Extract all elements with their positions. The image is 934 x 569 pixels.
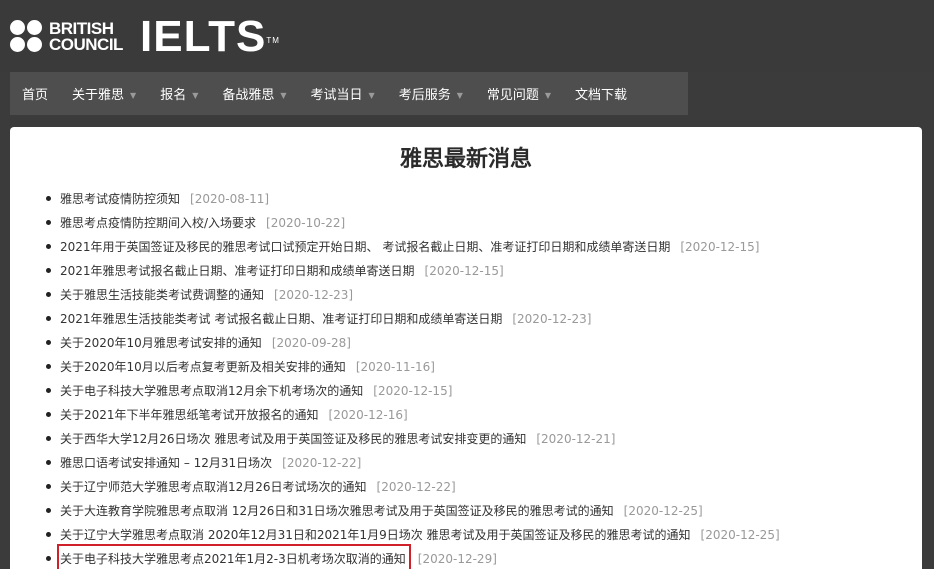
news-link[interactable]: 关于辽宁师范大学雅思考点取消12月26日考试场次的通知 <box>60 480 367 494</box>
news-date: [2020-12-25] <box>623 504 703 518</box>
bullet-icon <box>46 556 51 561</box>
news-link[interactable]: 2021年用于英国签证及移民的雅思考试口试预定开始日期、 考试报名截止日期、准考… <box>60 240 670 254</box>
nav-label: 考试当日 <box>310 88 363 103</box>
main-nav: 首页 关于雅思 ▼ 报名 ▼ 备战雅思 ▼ 考试当日 ▼ 考后服务 ▼ 常见问题 ▼ 文档下… <box>10 72 688 115</box>
news-link[interactable]: 2021年雅思生活技能类考试 考试报名截止日期、准考证打印日期和成绩单寄送日期 <box>60 312 502 326</box>
nav-label: 常见问题 <box>486 88 539 103</box>
bc-line-2: COUNCIL <box>49 35 123 54</box>
chevron-down-icon: ▼ <box>192 90 199 100</box>
nav-item-register[interactable]: 报名 ▼ <box>148 72 210 115</box>
news-date: [2020-08-11] <box>190 192 270 206</box>
news-item: 2021年用于英国签证及移民的雅思考试口试预定开始日期、 考试报名截止日期、准考… <box>46 235 906 259</box>
nav-label: 考后服务 <box>398 88 451 103</box>
news-link[interactable]: 雅思考点疫情防控期间入校/入场要求 <box>60 216 256 230</box>
news-item: 雅思考试疫情防控须知 [2020-08-11] <box>46 187 906 211</box>
news-link[interactable]: 关于2020年10月以后考点复考更新及相关安排的通知 <box>60 360 346 374</box>
chevron-down-icon: ▼ <box>456 90 463 100</box>
news-item: 2021年雅思考试报名截止日期、准考证打印日期和成绩单寄送日期 [2020-12-… <box>46 259 906 283</box>
news-date: [2020-11-16] <box>355 360 435 374</box>
news-list: 雅思考试疫情防控须知 [2020-08-11] 雅思考点疫情防控期间入校/入场要求… <box>46 187 906 569</box>
news-date: [2020-09-28] <box>271 336 351 350</box>
chevron-down-icon: ▼ <box>368 90 375 100</box>
bullet-icon <box>46 412 51 417</box>
news-item: 关于辽宁师范大学雅思考点取消12月26日考试场次的通知 [2020-12-22] <box>46 475 906 499</box>
site-header: BRITISH COUNCIL IELTSTM <box>0 0 934 72</box>
nav-item-after-test[interactable]: 考后服务 ▼ <box>387 72 475 115</box>
news-link[interactable]: 关于雅思生活技能类考试费调整的通知 <box>60 288 264 302</box>
bullet-icon <box>46 532 51 537</box>
news-date: [2020-12-15] <box>680 240 760 254</box>
bullet-icon <box>46 484 51 489</box>
bullet-icon <box>46 436 51 441</box>
news-panel: 雅思最新消息 雅思考试疫情防控须知 [2020-08-11] 雅思考点疫情防控期间… <box>10 127 922 569</box>
ielts-logo[interactable]: IELTSTM <box>140 12 280 62</box>
chevron-down-icon: ▼ <box>130 90 137 100</box>
british-council-dots-icon <box>10 20 44 54</box>
news-link[interactable]: 雅思考试疫情防控须知 <box>60 192 180 206</box>
nav-label: 备战雅思 <box>222 88 275 103</box>
news-item: 关于大连教育学院雅思考点取消 12月26日和31日场次雅思考试及用于英国签证及移… <box>46 499 906 523</box>
bullet-icon <box>46 460 51 465</box>
news-item: 雅思口语考试安排通知 – 12月31日场次 [2020-12-22] <box>46 451 906 475</box>
news-link[interactable]: 雅思口语考试安排通知 – 12月31日场次 <box>60 456 272 470</box>
bullet-icon <box>46 340 51 345</box>
bullet-icon <box>46 316 51 321</box>
news-item: 雅思考点疫情防控期间入校/入场要求 [2020-10-22] <box>46 211 906 235</box>
bullet-icon <box>46 388 51 393</box>
nav-label: 报名 <box>160 88 187 103</box>
news-date: [2020-12-15] <box>373 384 453 398</box>
news-link[interactable]: 2021年雅思考试报名截止日期、准考证打印日期和成绩单寄送日期 <box>60 264 415 278</box>
news-link[interactable]: 关于电子科技大学雅思考点2021年1月2-3日机考场次取消的通知 <box>60 552 406 566</box>
news-date: [2020-12-22] <box>376 480 456 494</box>
news-date: [2020-12-23] <box>274 288 354 302</box>
news-item: 关于2020年10月雅思考试安排的通知 [2020-09-28] <box>46 331 906 355</box>
news-date: [2020-12-16] <box>328 408 408 422</box>
news-link[interactable]: 关于2021年下半年雅思纸笔考试开放报名的通知 <box>60 408 319 422</box>
trademark-mark: TM <box>266 36 280 45</box>
bullet-icon <box>46 508 51 513</box>
news-item: 关于西华大学12月26日场次 雅思考试及用于英国签证及移民的雅思考试安排变更的通… <box>46 427 906 451</box>
bullet-icon <box>46 220 51 225</box>
bullet-icon <box>46 268 51 273</box>
nav-label: 关于雅思 <box>72 88 125 103</box>
nav-item-test-day[interactable]: 考试当日 ▼ <box>299 72 387 115</box>
nav-item-about-ielts[interactable]: 关于雅思 ▼ <box>60 72 148 115</box>
news-date: [2020-12-29] <box>417 552 497 566</box>
news-item-highlighted: 关于电子科技大学雅思考点2021年1月2-3日机考场次取消的通知 [2020-12… <box>46 544 906 569</box>
news-date: [2020-10-22] <box>266 216 346 230</box>
news-link[interactable]: 关于电子科技大学雅思考点取消12月余下机考场次的通知 <box>60 384 363 398</box>
bullet-icon <box>46 364 51 369</box>
news-date: [2020-12-15] <box>424 264 504 278</box>
news-item: 关于电子科技大学雅思考点取消12月余下机考场次的通知 [2020-12-15] <box>46 379 906 403</box>
news-item: 关于雅思生活技能类考试费调整的通知 [2020-12-23] <box>46 283 906 307</box>
news-date: [2020-12-23] <box>512 312 592 326</box>
nav-label: 首页 <box>22 88 49 103</box>
news-date: [2020-12-21] <box>536 432 616 446</box>
news-item: 关于2021年下半年雅思纸笔考试开放报名的通知 [2020-12-16] <box>46 403 906 427</box>
bullet-icon <box>46 244 51 249</box>
news-link[interactable]: 关于2020年10月雅思考试安排的通知 <box>60 336 262 350</box>
news-link[interactable]: 关于大连教育学院雅思考点取消 12月26日和31日场次雅思考试及用于英国签证及移… <box>60 504 614 518</box>
news-date: [2020-12-22] <box>282 456 362 470</box>
chevron-down-icon: ▼ <box>280 90 287 100</box>
ielts-wordmark: IELTS <box>140 12 267 61</box>
news-link[interactable]: 关于辽宁大学雅思考点取消 2020年12月31日和2021年1月9日场次 雅思考… <box>60 528 691 542</box>
bullet-icon <box>46 292 51 297</box>
news-item: 关于辽宁大学雅思考点取消 2020年12月31日和2021年1月9日场次 雅思考… <box>46 523 906 547</box>
news-item: 2021年雅思生活技能类考试 考试报名截止日期、准考证打印日期和成绩单寄送日期 [… <box>46 307 906 331</box>
nav-item-faq[interactable]: 常见问题 ▼ <box>475 72 563 115</box>
nav-label: 文档下载 <box>575 88 628 103</box>
page-title: 雅思最新消息 <box>399 147 532 172</box>
nav-item-prepare[interactable]: 备战雅思 ▼ <box>210 72 298 115</box>
british-council-logo[interactable]: BRITISH COUNCIL <box>10 18 128 56</box>
chevron-down-icon: ▼ <box>544 90 552 100</box>
highlight-box: 关于电子科技大学雅思考点2021年1月2-3日机考场次取消的通知 <box>57 544 411 569</box>
nav-item-home[interactable]: 首页 <box>10 72 60 115</box>
news-link[interactable]: 关于西华大学12月26日场次 雅思考试及用于英国签证及移民的雅思考试安排变更的通… <box>60 432 526 446</box>
bullet-icon <box>46 196 51 201</box>
nav-item-downloads[interactable]: 文档下载 <box>563 72 639 115</box>
british-council-wordmark: BRITISH COUNCIL <box>49 20 123 54</box>
news-date: [2020-12-25] <box>700 528 780 542</box>
news-item: 关于2020年10月以后考点复考更新及相关安排的通知 [2020-11-16] <box>46 355 906 379</box>
